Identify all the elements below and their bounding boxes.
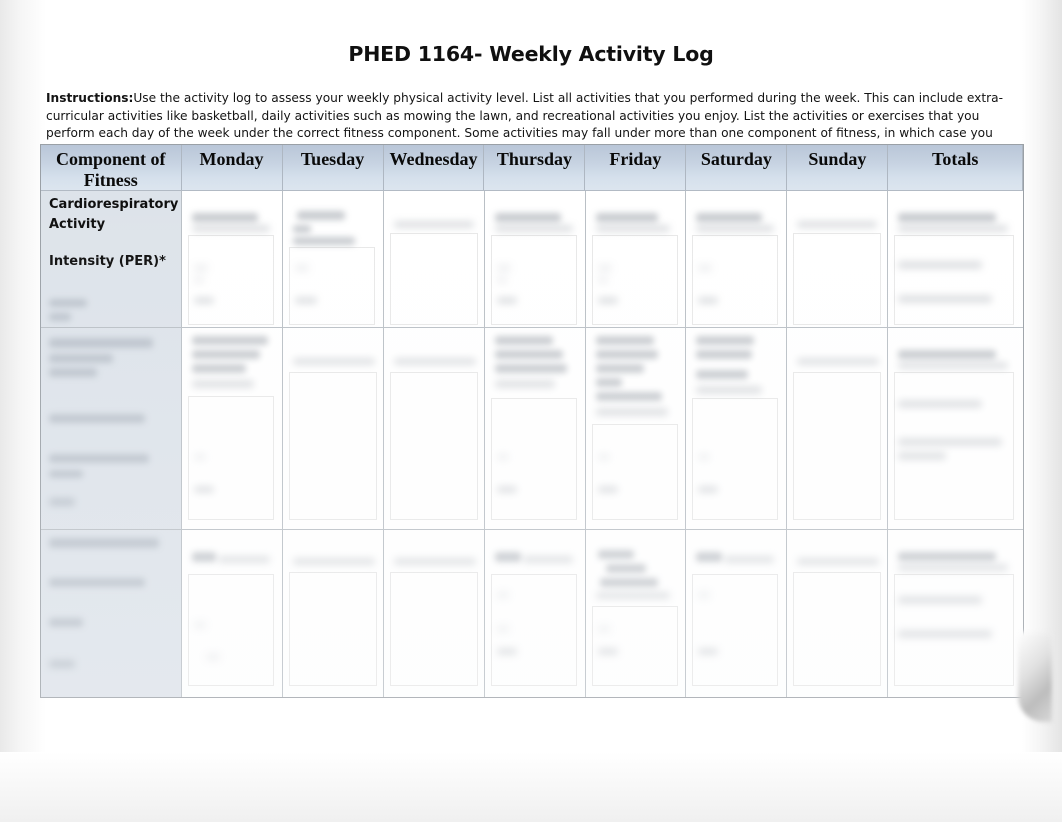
activity-cell-tuesday[interactable] <box>282 530 384 697</box>
activity-cell-monday[interactable] <box>181 530 283 697</box>
column-header-label: Friday <box>609 149 662 169</box>
column-header-label: Wednesday <box>389 149 478 169</box>
column-header-totals: Totals <box>888 145 1023 190</box>
activity-cell-saturday[interactable] <box>686 328 788 529</box>
table-row <box>41 530 1023 697</box>
instructions-label: Instructions: <box>46 91 134 105</box>
page-edge-shadow-right <box>1022 0 1062 822</box>
component-intensity-label: Intensity (PER)* <box>49 254 166 269</box>
column-header-monday: Monday <box>182 145 283 190</box>
activity-cell-totals[interactable] <box>888 191 1023 327</box>
activity-cell-thursday[interactable] <box>484 191 586 327</box>
activity-cell-thursday[interactable] <box>484 328 586 529</box>
row-header-cardiorespiratory: Cardiorespiratory Activity Intensity (PE… <box>41 191 182 327</box>
activity-cell-sunday[interactable] <box>787 191 889 327</box>
column-header-component-of-fitness: Component of Fitness <box>41 145 182 190</box>
table-header-row: Component of Fitness Monday Tuesday Wedn… <box>41 145 1023 191</box>
column-header-wednesday: Wednesday <box>384 145 485 190</box>
column-header-label: Monday <box>199 149 264 169</box>
column-header-label: Totals <box>931 149 979 169</box>
activity-cell-thursday[interactable] <box>484 530 586 697</box>
activity-cell-wednesday[interactable] <box>383 530 485 697</box>
activity-cell-monday[interactable] <box>181 191 283 327</box>
column-header-sunday: Sunday <box>787 145 889 190</box>
column-header-label: Tuesday <box>300 149 365 169</box>
component-label: Cardiorespiratory Activity <box>49 197 179 232</box>
document-page: PHED 1164- Weekly Activity Log Instructi… <box>0 0 1062 822</box>
row-header-flexibility <box>41 530 182 697</box>
activity-cell-sunday[interactable] <box>787 530 889 697</box>
column-header-label: Thursday <box>496 149 572 169</box>
column-header-saturday: Saturday <box>686 145 788 190</box>
table-row <box>41 328 1023 530</box>
activity-cell-friday[interactable] <box>585 328 687 529</box>
column-header-label: Component of Fitness <box>56 149 166 190</box>
column-header-thursday: Thursday <box>484 145 586 190</box>
row-header-muscular-strength <box>41 328 182 529</box>
column-header-label: Saturday <box>700 149 772 169</box>
activity-cell-tuesday[interactable] <box>282 328 384 529</box>
weekly-activity-table: Component of Fitness Monday Tuesday Wedn… <box>40 144 1024 698</box>
activity-cell-friday[interactable] <box>585 530 687 697</box>
activity-cell-wednesday[interactable] <box>383 191 485 327</box>
activity-cell-tuesday[interactable] <box>282 191 384 327</box>
activity-cell-totals[interactable] <box>888 530 1023 697</box>
column-header-tuesday: Tuesday <box>283 145 384 190</box>
activity-cell-wednesday[interactable] <box>383 328 485 529</box>
activity-cell-totals[interactable] <box>888 328 1023 529</box>
column-header-label: Sunday <box>808 149 867 169</box>
activity-cell-friday[interactable] <box>585 191 687 327</box>
table-row: Cardiorespiratory Activity Intensity (PE… <box>41 191 1023 328</box>
activity-cell-sunday[interactable] <box>787 328 889 529</box>
page-title: PHED 1164- Weekly Activity Log <box>348 42 714 66</box>
column-header-friday: Friday <box>585 145 687 190</box>
activity-cell-saturday[interactable] <box>686 191 788 327</box>
activity-cell-monday[interactable] <box>181 328 283 529</box>
activity-cell-saturday[interactable] <box>686 530 788 697</box>
page-edge-shadow-bottom <box>0 752 1062 822</box>
